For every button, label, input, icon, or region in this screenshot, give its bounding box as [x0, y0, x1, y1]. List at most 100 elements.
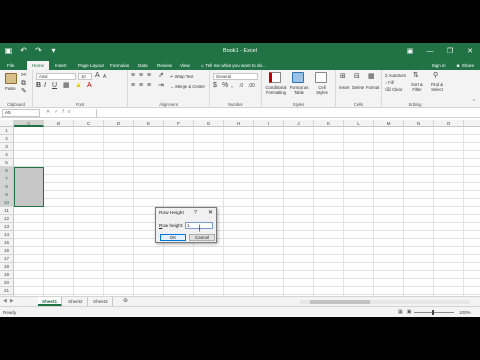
zoom-slider-knob[interactable] — [432, 310, 434, 315]
grow-font-icon[interactable]: A — [95, 72, 100, 80]
dialog-close-icon[interactable]: ✕ — [208, 210, 213, 216]
row-header-7[interactable]: 7 — [0, 175, 14, 183]
prev-sheet-icon[interactable]: ◀ — [3, 298, 10, 304]
autosum-button[interactable]: Σ AutoSum — [385, 73, 406, 78]
zoom-slider[interactable] — [414, 312, 454, 313]
indent-icon[interactable]: ⇥ — [158, 82, 164, 90]
format-painter-icon[interactable]: ✎ — [21, 88, 27, 96]
formula-input[interactable] — [96, 109, 477, 117]
column-header-k[interactable]: K — [314, 120, 344, 127]
ribbon-display-icon[interactable]: ▣ — [400, 43, 420, 60]
row-header-15[interactable]: 15 — [0, 239, 14, 247]
borders-icon[interactable]: ▦ — [63, 82, 70, 90]
underline-icon[interactable]: U — [52, 82, 57, 90]
sheet-tab-sheet1[interactable]: Sheet1 — [38, 297, 63, 306]
scroll-thumb[interactable] — [310, 300, 370, 304]
row-header-11[interactable]: 11 — [0, 207, 14, 215]
column-header-g[interactable]: G — [194, 120, 224, 127]
align-right-icon[interactable]: ≡ — [147, 82, 151, 90]
align-top-icon[interactable]: ≡ — [131, 72, 135, 80]
format-as-table-button[interactable]: Format as Table — [288, 85, 310, 95]
row-header-14[interactable]: 14 — [0, 231, 14, 239]
row-header-9[interactable]: 9 — [0, 191, 14, 199]
row-header-5[interactable]: 5 — [0, 159, 14, 167]
row-header-16[interactable]: 16 — [0, 247, 14, 255]
clear-button[interactable]: ⌫ Clear — [385, 87, 402, 92]
tab-formulas[interactable]: Formulas — [107, 61, 132, 70]
column-header-e[interactable]: E — [134, 120, 164, 127]
restore-icon[interactable]: ❐ — [440, 43, 460, 60]
row-header-13[interactable]: 13 — [0, 223, 14, 231]
insert-function-icon[interactable]: fx — [62, 109, 74, 115]
row-header-4[interactable]: 4 — [0, 151, 14, 159]
minimize-icon[interactable]: — — [420, 43, 440, 60]
row-header-21[interactable]: 21 — [0, 287, 14, 295]
italic-icon[interactable]: I — [44, 82, 46, 90]
insert-button[interactable]: Insert — [339, 85, 349, 90]
share-button[interactable]: ☻ Share — [456, 61, 474, 70]
tab-home[interactable]: Home — [27, 61, 49, 70]
row-header-1[interactable]: 1 — [0, 127, 14, 135]
help-icon[interactable]: ? — [194, 210, 197, 216]
column-header-f[interactable]: F — [164, 120, 194, 127]
align-middle-icon[interactable]: ≡ — [139, 72, 143, 80]
column-header-j[interactable]: J — [284, 120, 314, 127]
comma-icon[interactable]: , — [231, 82, 233, 90]
cell-styles-button[interactable]: Cell Styles — [313, 85, 331, 95]
name-box[interactable]: A5 — [2, 109, 40, 117]
paste-icon[interactable] — [5, 73, 17, 84]
column-header-i[interactable]: I — [254, 120, 284, 127]
cancel-button[interactable]: Cancel — [189, 234, 215, 241]
sheet-tab-sheet3[interactable]: Sheet3 — [89, 297, 113, 306]
ok-button[interactable]: OK — [160, 234, 186, 241]
row-header-12[interactable]: 12 — [0, 215, 14, 223]
number-format-select[interactable]: General — [213, 73, 258, 80]
row-header-17[interactable]: 17 — [0, 255, 14, 263]
next-sheet-icon[interactable]: ▶ — [10, 298, 17, 304]
row-header-2[interactable]: 2 — [0, 135, 14, 143]
percent-icon[interactable]: % — [222, 82, 228, 90]
selected-range[interactable] — [14, 167, 44, 207]
worksheet-grid[interactable]: ABCDEFGHIJKLMNO 1 2 3 4 5 6 7 8 9 10 11 12 13 14 15 16 1… — [0, 120, 480, 301]
tab-file[interactable]: File — [4, 61, 17, 70]
conditional-formatting-button[interactable]: Conditional Formatting — [264, 85, 288, 95]
add-sheet-icon[interactable]: ⊕ — [123, 298, 128, 305]
align-left-icon[interactable]: ≡ — [131, 82, 135, 90]
tab-insert[interactable]: Insert — [52, 61, 70, 70]
fill-button[interactable]: ↓ Fill — [385, 80, 394, 85]
decrease-decimal-icon[interactable]: .00 — [248, 82, 255, 90]
copy-icon[interactable]: ⧉ — [21, 80, 26, 88]
currency-icon[interactable]: $ — [213, 82, 217, 90]
font-size-select[interactable]: 10 — [78, 73, 92, 80]
column-header-n[interactable]: N — [404, 120, 434, 127]
row-header-3[interactable]: 3 — [0, 143, 14, 151]
find-select-button[interactable]: Find & Select — [428, 82, 446, 92]
tab-data[interactable]: Data — [135, 61, 151, 70]
row-header-20[interactable]: 20 — [0, 279, 14, 287]
column-header-d[interactable]: D — [104, 120, 134, 127]
cancel-entry-icon[interactable]: ✕ — [46, 109, 54, 115]
tab-page-layout[interactable]: Page Layout — [75, 61, 107, 70]
column-header-m[interactable]: M — [374, 120, 404, 127]
close-icon[interactable]: ✕ — [460, 43, 480, 60]
sign-in-link[interactable]: Sign in — [432, 61, 446, 70]
cell-area[interactable] — [14, 127, 480, 301]
zoom-level[interactable]: 100% — [459, 310, 471, 315]
normal-view-icon[interactable]: ▦ — [398, 309, 407, 315]
horizontal-scrollbar[interactable] — [300, 300, 470, 304]
shrink-font-icon[interactable]: A — [103, 73, 106, 81]
sheet-tab-sheet2[interactable]: Sheet2 — [64, 297, 88, 306]
column-header-a[interactable]: A — [14, 120, 44, 127]
merge-center-button[interactable]: ↔ Merge & Center — [170, 84, 205, 89]
orientation-icon[interactable]: ⇗ — [158, 72, 164, 80]
font-color-icon[interactable]: A — [87, 82, 92, 90]
wrap-text-button[interactable]: ↵ Wrap Text — [170, 74, 193, 79]
column-header-l[interactable]: L — [344, 120, 374, 127]
select-all-corner[interactable] — [0, 120, 14, 127]
cut-icon[interactable]: ✂ — [21, 72, 27, 80]
column-header-c[interactable]: C — [74, 120, 104, 127]
font-name-select[interactable]: Arial — [36, 73, 76, 80]
column-header-o[interactable]: O — [434, 120, 464, 127]
sort-filter-button[interactable]: Sort & Filter — [408, 82, 426, 92]
row-header-10[interactable]: 10 — [0, 199, 14, 207]
